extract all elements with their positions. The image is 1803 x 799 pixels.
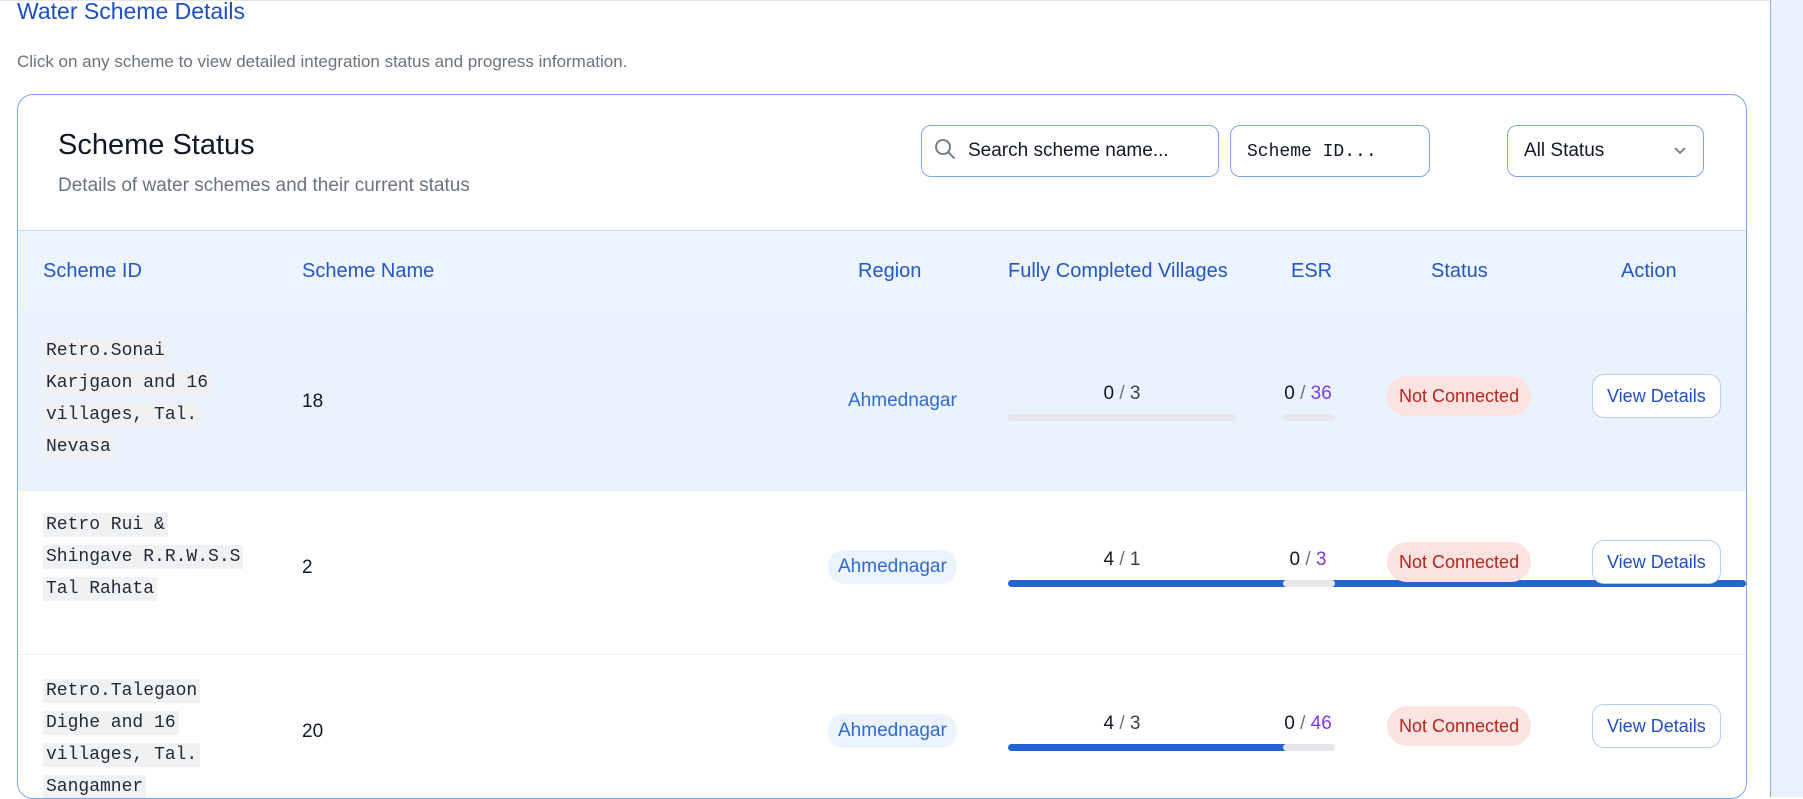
search-icon [934, 138, 956, 165]
right-scroll-rail[interactable] [1770, 0, 1803, 797]
status-filter-select[interactable]: All Status [1507, 125, 1704, 177]
esr-total: 46 [1310, 713, 1332, 734]
scheme-id-line: Nevasa [43, 435, 114, 459]
esr-count: 0 / 36 [1281, 383, 1335, 405]
search-box[interactable] [921, 125, 1219, 177]
card-subtitle: Details of water schemes and their curre… [58, 175, 470, 196]
fraction-separator: / [1300, 383, 1306, 404]
villages-count: 4 / 1 [1008, 549, 1236, 571]
view-details-button[interactable]: View Details [1592, 374, 1721, 418]
villages-total: 3 [1129, 713, 1141, 734]
table-row[interactable]: Retro.Talegaon Dighe and 16 villages, Ta… [18, 655, 1746, 798]
scheme-id-line: Sangamner [43, 775, 147, 798]
villages-progress-bar [1008, 414, 1236, 421]
header-scheme-name[interactable]: Scheme Name [302, 231, 434, 311]
status-badge: Not Connected [1387, 706, 1532, 746]
fraction-separator: / [1305, 549, 1311, 570]
villages-count: 0 / 3 [1008, 383, 1236, 405]
status-badge: Not Connected [1387, 376, 1532, 416]
esr-progress-bar [1283, 580, 1335, 587]
chevron-down-icon [1673, 140, 1687, 162]
scheme-id-cell: Retro Rui & Shingave R.R.W.S.S Tal Rahat… [43, 509, 248, 605]
scheme-id-line: Retro.Talegaon [43, 679, 201, 703]
scheme-id-line: Shingave R.R.W.S.S [43, 545, 244, 569]
villages-progress-fill [1008, 744, 1293, 751]
table-header: Scheme ID Scheme Name Region Fully Compl… [18, 230, 1746, 312]
table-row[interactable]: Retro Rui & Shingave R.R.W.S.S Tal Rahat… [18, 491, 1746, 655]
villages-count: 4 / 3 [1008, 713, 1236, 735]
region-tag: Ahmednagar [848, 390, 957, 411]
header-status[interactable]: Status [1431, 231, 1488, 311]
card-title: Scheme Status [58, 129, 255, 161]
scheme-name-cell: 18 [302, 391, 324, 412]
scheme-name-cell: 20 [302, 721, 324, 742]
esr-count: 0 / 3 [1281, 549, 1335, 571]
header-esr[interactable]: ESR [1291, 231, 1332, 311]
esr-count: 0 / 46 [1281, 713, 1335, 735]
fraction-separator: / [1119, 713, 1125, 734]
scheme-id-line: Retro Rui & [43, 513, 168, 537]
esr-total: 3 [1315, 549, 1327, 570]
villages-done: 0 [1103, 383, 1115, 404]
page-title: Water Scheme Details [17, 0, 245, 24]
villages-progress-bar [1008, 580, 1746, 587]
fraction-separator: / [1119, 549, 1125, 570]
scheme-id-input[interactable] [1245, 126, 1433, 178]
scheme-id-line: Dighe and 16 [43, 711, 179, 735]
fraction-separator: / [1300, 713, 1306, 734]
scheme-id-line: Karjgaon and 16 [43, 371, 212, 395]
scheme-id-line: Retro.Sonai [43, 339, 168, 363]
view-details-button[interactable]: View Details [1592, 540, 1721, 584]
header-villages[interactable]: Fully Completed Villages [1008, 231, 1228, 311]
esr-done: 0 [1284, 713, 1295, 734]
fraction-separator: / [1119, 383, 1125, 404]
esr-done: 0 [1289, 549, 1301, 570]
scheme-name-cell: 2 [302, 557, 313, 578]
scheme-id-line: Tal Rahata [43, 577, 158, 601]
scheme-id-cell: Retro.Talegaon Dighe and 16 villages, Ta… [43, 675, 248, 798]
header-region[interactable]: Region [858, 231, 921, 311]
region-tag: Ahmednagar [828, 550, 957, 584]
villages-done: 4 [1103, 713, 1115, 734]
page-description: Click on any scheme to view detailed int… [17, 52, 628, 71]
top-divider [0, 0, 1770, 1]
view-details-button[interactable]: View Details [1592, 704, 1721, 748]
scheme-id-line: villages, Tal. [43, 743, 201, 767]
search-input[interactable] [966, 125, 1218, 177]
esr-progress-bar [1283, 414, 1335, 421]
header-scheme-id[interactable]: Scheme ID [43, 231, 142, 311]
scheme-id-box[interactable] [1230, 125, 1433, 178]
table-row[interactable]: Retro.Sonai Karjgaon and 16 villages, Ta… [18, 311, 1746, 491]
esr-done: 0 [1284, 383, 1295, 404]
scheme-status-card: Scheme Status Details of water schemes a… [17, 94, 1747, 799]
esr-progress-bar [1283, 744, 1335, 751]
villages-total: 3 [1129, 383, 1141, 404]
status-filter-value: All Status [1524, 140, 1605, 161]
region-tag: Ahmednagar [828, 714, 957, 748]
header-action: Action [1621, 260, 1677, 282]
scheme-id-line: villages, Tal. [43, 403, 201, 427]
villages-progress-bar [1008, 744, 1293, 751]
villages-done: 4 [1103, 549, 1115, 570]
esr-total: 36 [1310, 383, 1332, 404]
villages-total: 1 [1129, 549, 1141, 570]
status-badge: Not Connected [1387, 542, 1532, 582]
scheme-id-cell: Retro.Sonai Karjgaon and 16 villages, Ta… [43, 335, 248, 463]
